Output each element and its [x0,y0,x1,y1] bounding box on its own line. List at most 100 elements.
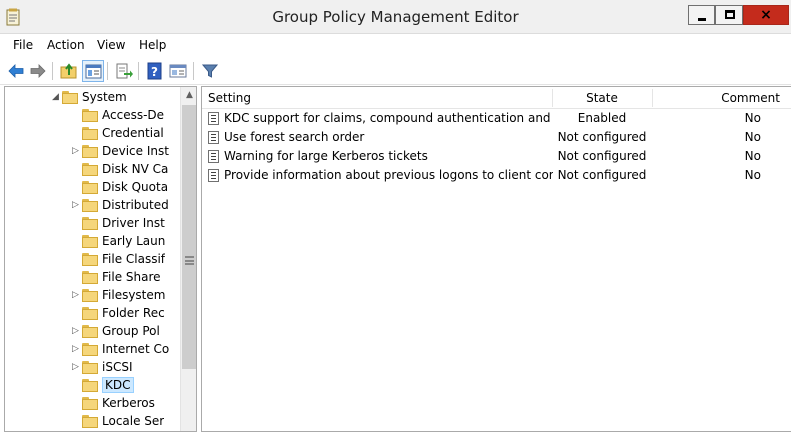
folder-icon [82,397,98,410]
folder-icon [82,325,98,338]
expand-arrow-icon[interactable]: ▷ [72,144,82,158]
toolbar: ? [0,57,791,85]
folder-icon [82,235,98,248]
properties-icon [169,64,187,78]
menu-help[interactable]: Help [139,38,166,52]
toolbar-separator [193,62,194,80]
tree-item-label: Early Laun [102,234,166,248]
policy-comment: No [744,130,761,144]
tree-item-label: Filesystem [102,288,166,302]
tree-item[interactable]: ▷ Internet Co [5,341,180,359]
tree-item[interactable]: Access-De [5,107,180,125]
policy-setting-icon [208,169,219,182]
expand-arrow-icon[interactable]: ▷ [72,324,82,338]
policy-state: Enabled [577,111,627,125]
policy-row[interactable]: Use forest search order Not configured No [202,128,791,147]
tree-item[interactable]: Early Laun [5,233,180,251]
tree-item[interactable]: Disk NV Ca [5,161,180,179]
tree-item-label: Disk Quota [102,180,169,194]
toolbar-separator [52,62,53,80]
column-header-state[interactable]: State [554,87,650,109]
show-hide-tree-icon [85,64,102,79]
close-button[interactable]: × [743,5,789,25]
column-header-comment[interactable]: Comment [654,87,780,109]
policy-setting-name: Provide information about previous logon… [224,168,553,182]
folder-icon [82,289,98,302]
show-hide-console-tree-button[interactable] [82,60,104,82]
tree-item[interactable]: Kerberos [5,395,180,413]
tree-item[interactable]: Driver Inst [5,215,180,233]
tree-item[interactable]: File Classif [5,251,180,269]
tree-item[interactable]: ▷ Filesystem [5,287,180,305]
tree-item[interactable]: ▷ Group Pol [5,323,180,341]
folder-icon [82,271,98,284]
folder-icon [62,91,78,104]
up-folder-icon [60,63,77,79]
policy-state: Not configured [557,168,647,182]
tree-item[interactable]: Folder Rec [5,305,180,323]
minimize-button[interactable] [688,5,715,25]
menu-view[interactable]: View [97,38,125,52]
expand-arrow-icon[interactable]: ▷ [72,360,82,374]
title-bar: Group Policy Management Editor × [0,0,791,34]
settings-list[interactable]: Setting State Comment KDC support for cl… [201,86,791,432]
folder-icon [82,307,98,320]
tree-item[interactable]: ▷ Distributed [5,197,180,215]
folder-icon [82,199,98,212]
tree-item-label: Folder Rec [102,306,165,320]
column-divider[interactable] [652,89,653,107]
tree-item[interactable]: File Share [5,269,180,287]
tree-item-label: File Share [102,270,161,284]
folder-icon [82,163,98,176]
policy-comment: No [744,111,761,125]
console-tree[interactable]: ◢ System Access-De Credential ▷ Device Inst Di… [4,86,197,432]
tree-item-label: Distributed [102,198,169,212]
tree-item[interactable]: Credential [5,125,180,143]
back-button[interactable] [5,60,27,82]
policy-row[interactable]: Provide information about previous logon… [202,166,791,185]
collapse-arrow-icon[interactable]: ◢ [52,90,62,104]
folder-icon [82,217,98,230]
maximize-button[interactable] [715,5,743,25]
close-icon: × [760,7,772,23]
tree-item[interactable]: ◢ System [5,89,180,107]
tree-item[interactable]: Disk Quota [5,179,180,197]
up-one-level-button[interactable] [58,60,80,82]
properties-button[interactable] [167,60,189,82]
window-title: Group Policy Management Editor [272,8,519,26]
svg-text:?: ? [151,65,158,79]
expand-arrow-icon[interactable]: ▷ [72,198,82,212]
folder-icon [82,181,98,194]
filter-button[interactable] [199,60,221,82]
scroll-thumb[interactable] [182,105,196,369]
menu-file[interactable]: File [13,38,33,52]
column-divider[interactable] [552,89,553,107]
policy-setting-icon [208,112,219,125]
maximize-icon [725,10,735,19]
tree-item[interactable]: KDC [5,377,180,395]
expand-arrow-icon[interactable]: ▷ [72,288,82,302]
filter-icon [201,64,219,78]
tree-item[interactable]: ▷ iSCSI [5,359,180,377]
tree-scrollbar[interactable]: ▲ [180,87,196,431]
policy-comment: No [744,149,761,163]
tree-item[interactable]: ▷ Device Inst [5,143,180,161]
policy-state: Not configured [557,130,647,144]
toolbar-separator [138,62,139,80]
help-button[interactable]: ? [144,60,166,82]
menu-action[interactable]: Action [47,38,85,52]
policy-row[interactable]: KDC support for claims, compound authent… [202,109,791,128]
tree-item-label: Internet Co [102,342,170,356]
folder-icon [82,379,98,392]
export-list-icon [116,63,133,79]
policy-row[interactable]: Warning for large Kerberos tickets Not co… [202,147,791,166]
tree-item[interactable]: Locale Ser [5,413,180,431]
column-header-setting[interactable]: Setting [208,87,251,109]
policy-setting-name: Use forest search order [224,130,365,144]
scroll-up-button[interactable]: ▲ [181,87,196,104]
expand-arrow-icon[interactable]: ▷ [72,342,82,356]
export-list-button[interactable] [113,60,135,82]
forward-button[interactable] [27,60,49,82]
policy-comment: No [744,168,761,182]
tree-item-label: Locale Ser [102,414,165,428]
